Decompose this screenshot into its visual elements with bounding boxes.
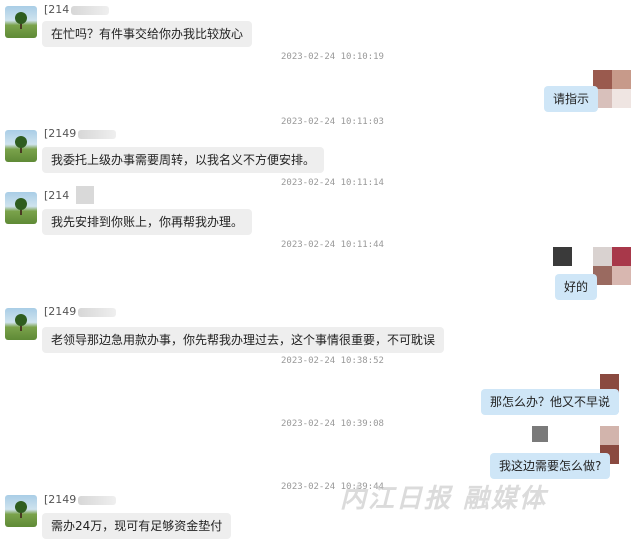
avatar-pixel [593,247,612,266]
tree-icon [15,12,27,29]
sender-name: [214 [44,3,110,16]
timestamp: 2023-02-24 10:10:19 [281,52,384,62]
timestamp: 2023-02-24 10:11:14 [281,178,384,188]
tree-icon [15,314,27,331]
watermark: 内江日报 融媒体 [340,484,548,514]
message-bubble: 我先安排到你账上，你再帮我办理。 [42,209,253,235]
avatar-pixel [612,70,631,89]
avatar[interactable] [5,6,37,38]
tree-icon [15,198,27,215]
avatar-pixel [612,266,631,285]
timestamp: 2023-02-24 10:11:03 [281,117,384,127]
message-bubble: 我这边需要怎么做? [490,453,611,479]
message-bubble: 好的 [555,274,598,300]
sender-name: [2149 [44,127,117,140]
avatar-pixel [532,426,548,442]
timestamp: 2023-02-24 10:11:44 [281,240,384,250]
message-bubble: 我委托上级办事需要周转，以我名义不方便安排。 [42,147,325,173]
avatar[interactable] [5,192,37,224]
sender-name: [214 [44,189,70,202]
avatar[interactable] [600,426,619,445]
timestamp: 2023-02-24 10:38:52 [281,356,384,366]
avatar[interactable] [5,495,37,527]
message-bubble: 那怎么办？他又不早说 [481,389,620,415]
avatar-pixel [612,89,631,108]
avatar[interactable] [553,247,572,266]
message-bubble: 在忙吗？有件事交给你办我比较放心 [42,21,253,47]
message-bubble: 老领导那边急用款办事，你先帮我办理过去，这个事情很重要，不可耽误 [42,327,445,353]
tree-icon [15,501,27,518]
sender-name: [2149 [44,493,117,506]
avatar[interactable] [5,130,37,162]
message-bubble: 请指示 [544,86,599,112]
timestamp: 2023-02-24 10:39:08 [281,419,384,429]
avatar[interactable] [5,308,37,340]
redaction-block [76,186,94,204]
avatar-pixel [612,247,631,266]
tree-icon [15,136,27,153]
message-bubble: 需办24万，现可有足够资金垫付 [42,513,232,539]
sender-name: [2149 [44,305,117,318]
